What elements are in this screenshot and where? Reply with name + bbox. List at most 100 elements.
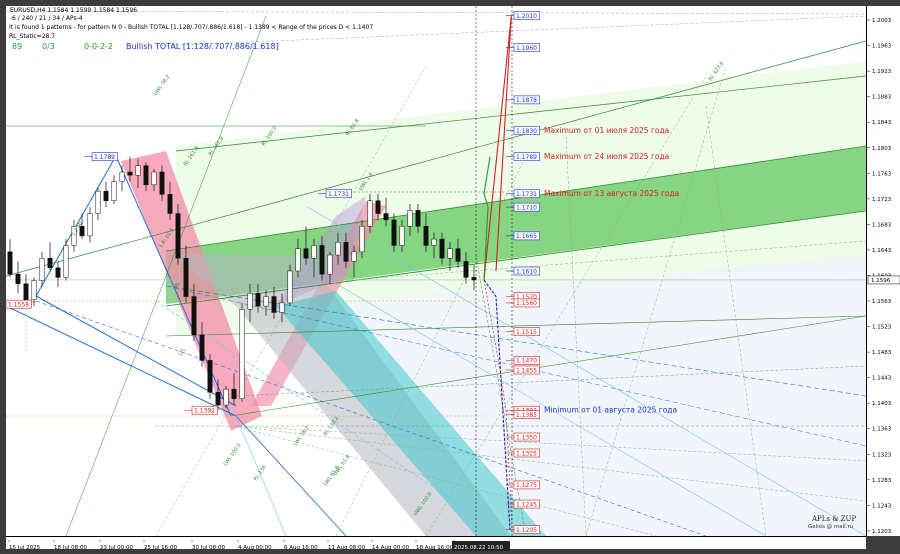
time-axis[interactable]: 15 Jul 2025 18 Jul 08:00 23 Jul 00:00 25 Ju… — [6, 536, 866, 551]
candle-body — [151, 171, 157, 186]
params-line: 6 / 240 / 21 / 34 / APs-4 — [12, 15, 83, 22]
candle-body — [359, 226, 365, 253]
y-tick-label: 1.2003 — [872, 18, 892, 24]
candle-body — [183, 257, 189, 297]
up-target-label: 1.1960 — [516, 45, 537, 52]
current-price-label: 1.1596 — [871, 278, 891, 284]
candle-body — [31, 280, 37, 300]
x-tick-label: 18 Jul 08:00 — [54, 545, 87, 551]
candle-body — [271, 296, 277, 313]
count-1: 89 — [12, 42, 23, 51]
candle-body — [23, 283, 29, 300]
annotation-text: Maximum от 01 июля 2025 года — [544, 126, 669, 135]
watermark-title: APLs & ZUP — [812, 515, 857, 523]
line-label: LTL — [178, 347, 188, 357]
up-target-label: 1.1731 — [516, 191, 537, 198]
candle-body — [319, 245, 325, 275]
x-tick-label: 15 Jul 2025 — [9, 545, 41, 551]
candle-body — [191, 296, 197, 336]
down-target-label: 1.1350 — [516, 434, 537, 441]
y-tick-label: 1.1763 — [872, 171, 892, 177]
candle-body — [119, 171, 125, 182]
price-axis-svg: 1.2003 1.1963 1.1923 1.1883 1.1843 1.1803 1.17… — [867, 18, 900, 535]
candle-body — [55, 267, 61, 278]
down-target-label: 1.1470 — [516, 358, 537, 365]
candle-body — [287, 270, 293, 304]
annotation-text: Minimum от 01 августа 2025 года — [544, 406, 677, 415]
candle-body — [127, 171, 133, 176]
candle-body — [431, 238, 437, 246]
x-tick-label: 25 Jul 16:00 — [144, 545, 177, 551]
up-target-label: 1.1665 — [516, 233, 537, 240]
candle-body — [167, 194, 173, 214]
pattern-name: Bullish TOTAL [1.128/.707/.886/1.618] — [126, 42, 279, 51]
chart-svg: 1.2010 1.1960 1.1878 1.1830 1.1789 1.1731 1.17… — [0, 6, 867, 537]
candle-body — [279, 302, 285, 313]
candle-body — [407, 210, 413, 227]
candle-body — [47, 257, 53, 269]
candle-body — [335, 242, 341, 256]
candle-body — [39, 257, 45, 281]
x-tick-label: 30 Jul 08:00 — [192, 545, 225, 551]
time-axis-svg: 15 Jul 2025 18 Jul 08:00 23 Jul 00:00 25 Ju… — [8, 540, 510, 551]
x-tick-label: 14 Aug 00:00 — [372, 545, 410, 551]
y-tick-label: 1.1363 — [872, 427, 892, 433]
candle-body — [399, 226, 405, 246]
plot-area[interactable]: 1.2010 1.1960 1.1878 1.1830 1.1789 1.1731 1.17… — [0, 6, 867, 537]
count-3: 0-0-2-2 — [84, 42, 114, 51]
y-tick-label: 1.1883 — [872, 95, 892, 101]
candle-body — [295, 248, 301, 272]
candle-body — [15, 273, 21, 285]
candle-body — [175, 213, 181, 259]
down-target-label: 1.1325 — [516, 450, 537, 457]
candle-body — [143, 165, 149, 186]
y-tick-label: 1.1643 — [872, 248, 892, 254]
candle-body — [199, 334, 205, 361]
candle-body — [447, 248, 453, 259]
candle-body — [159, 171, 165, 195]
down-target-label: 1.1275 — [516, 482, 537, 489]
x-tick-label: 11 Aug 08:00 — [328, 545, 366, 551]
y-tick-label: 1.1283 — [872, 478, 892, 484]
candle-body — [391, 219, 397, 246]
candle-body — [263, 296, 269, 307]
y-tick-label: 1.1203 — [872, 529, 892, 535]
candle-body — [375, 200, 381, 214]
y-tick-label: 1.1963 — [872, 44, 892, 50]
annotation-text: Maximum от 24 июля 2025 года — [544, 152, 669, 161]
candle-body — [423, 226, 429, 246]
candle-body — [255, 293, 261, 307]
y-tick-label: 1.1683 — [872, 222, 892, 228]
up-target-label: 1.1789 — [516, 154, 537, 161]
candle-body — [63, 245, 69, 278]
line-label: RL 236 — [253, 464, 268, 482]
candle-body — [439, 238, 445, 259]
pivot-label: 1.1789 — [94, 154, 115, 161]
candle-body — [207, 360, 213, 393]
rl-static: RL_Static=28.7 — [9, 33, 56, 40]
line-label: LWL 100.0 — [223, 442, 243, 467]
line-label: UWL 38.2 — [153, 74, 172, 97]
candle-body — [239, 309, 245, 399]
price-axis[interactable]: 1.2003 1.1963 1.1923 1.1883 1.1843 1.1803 1.17… — [866, 6, 900, 536]
candle-body — [351, 251, 357, 262]
y-tick-label: 1.1843 — [872, 120, 892, 126]
candle-body — [367, 200, 373, 227]
down-target-label: 1.1515 — [516, 329, 537, 336]
candle-body — [223, 388, 229, 406]
y-tick-label: 1.1563 — [872, 299, 892, 305]
y-tick-label: 1.1803 — [872, 146, 892, 152]
y-tick-label: 1.1923 — [872, 69, 892, 75]
candle-body — [103, 190, 109, 202]
pivot-label: 1.1731 — [328, 191, 349, 198]
candle-body — [231, 388, 237, 399]
annotation-text: Maximum от 13 августа 2025 года — [544, 189, 679, 198]
y-tick-label: 1.1243 — [872, 503, 892, 509]
down-target-label: 1.1455 — [516, 367, 537, 374]
candle-body — [111, 181, 117, 202]
candle-body — [343, 242, 349, 262]
candle-body — [215, 392, 221, 406]
x-tick-label: 4 Aug 00:00 — [238, 545, 272, 551]
y-tick-label: 1.1523 — [872, 325, 892, 331]
pivot-label: 1.1392 — [194, 408, 215, 415]
